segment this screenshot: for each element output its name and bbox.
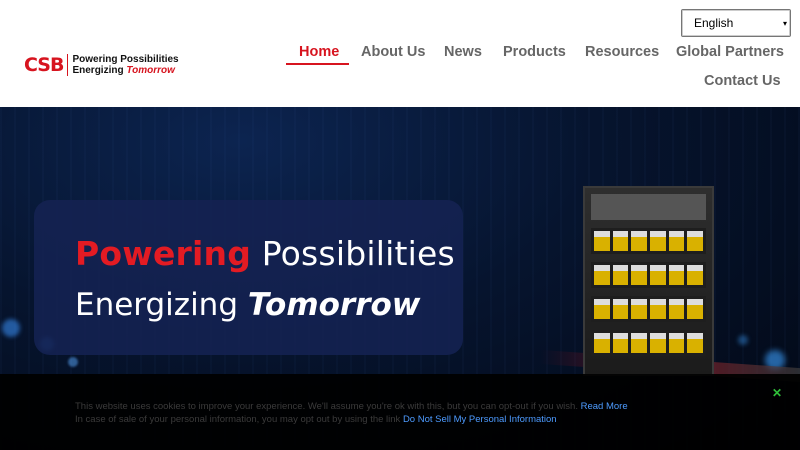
cookie-message-line1: This website uses cookies to improve you…	[75, 401, 628, 412]
hero-headline: Powering Possibilities	[75, 234, 455, 273]
nav-about-us[interactable]: About Us	[361, 44, 425, 60]
nav-active-underline	[286, 63, 349, 65]
hero-headline-red: Powering	[75, 234, 252, 273]
nav-news[interactable]: News	[444, 44, 482, 60]
hero-subheadline-emphasis: Tomorrow	[247, 287, 421, 323]
nav-home[interactable]: Home	[299, 44, 339, 60]
logo-tagline-line2: Energizing Tomorrow	[72, 65, 175, 76]
language-select[interactable]: English ▾	[681, 9, 791, 37]
csb-logo[interactable]: CSB Powering Possibilities Energizing To…	[24, 54, 179, 76]
hero-subheadline: Energizing Tomorrow	[75, 287, 420, 323]
close-icon[interactable]: ✕	[772, 386, 782, 400]
hero-bokeh-light	[2, 319, 20, 337]
hero-subheadline-prefix: Energizing	[75, 287, 248, 323]
rack-shelf	[591, 330, 706, 356]
rack-shelf	[591, 228, 706, 254]
nav-contact-us[interactable]: Contact Us	[704, 73, 781, 89]
hero-bokeh-light	[738, 335, 748, 345]
hero-card	[34, 200, 463, 355]
cookie-message-line2: In case of sale of your personal informa…	[75, 414, 557, 425]
battery-rack-image	[583, 186, 714, 376]
nav-resources[interactable]: Resources	[585, 44, 659, 60]
logo-tagline: Powering Possibilities Energizing Tomorr…	[72, 54, 178, 76]
hero-bokeh-light	[68, 357, 78, 367]
logo-mark: CSB	[24, 54, 64, 76]
nav-products[interactable]: Products	[503, 44, 566, 60]
chevron-down-icon: ▾	[782, 18, 787, 28]
hero-headline-rest: Possibilities	[251, 234, 455, 273]
rack-control-panel	[591, 194, 706, 220]
rack-shelf	[591, 262, 706, 288]
nav-global-partners[interactable]: Global Partners	[676, 44, 784, 60]
site-header: CSB Powering Possibilities Energizing To…	[0, 0, 800, 107]
cookie-consent-bar: This website uses cookies to improve you…	[0, 374, 800, 450]
language-select-value: English	[694, 16, 734, 30]
logo-tagline-emphasis: Tomorrow	[126, 65, 175, 76]
do-not-sell-link[interactable]: Do Not Sell My Personal Information	[403, 414, 557, 425]
logo-tagline-line1: Powering Possibilities	[72, 54, 179, 65]
logo-divider	[67, 54, 69, 76]
rack-shelf	[591, 296, 706, 322]
read-more-link[interactable]: Read More	[581, 401, 628, 412]
